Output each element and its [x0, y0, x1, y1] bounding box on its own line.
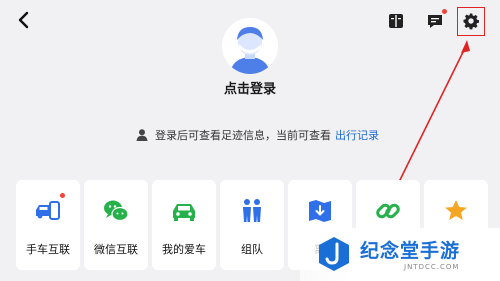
- message-button[interactable]: [422, 8, 448, 34]
- user-avatar-icon: [222, 18, 278, 74]
- feature-tile-wechat[interactable]: 微信互联: [84, 180, 148, 270]
- site-logo-icon: [319, 237, 349, 271]
- star-icon: [441, 196, 471, 226]
- message-badge-dot: [442, 9, 447, 14]
- feature-label: 我的爱车: [162, 243, 206, 256]
- hint-text: 登录后可查看足迹信息，当前可查看: [155, 129, 331, 142]
- chevron-left-icon: [18, 11, 29, 29]
- watermark-url: JNTDCC.COM: [404, 263, 460, 271]
- footprint-hint: 登录后可查看足迹信息，当前可查看 出行记录: [135, 126, 379, 144]
- book-icon: [389, 14, 403, 28]
- link-icon: [373, 196, 403, 226]
- watermark: 纪念堂手游 JNTDCC.COM: [300, 228, 500, 281]
- team-icon: [237, 196, 267, 226]
- back-button[interactable]: [12, 8, 36, 32]
- car-phone-icon: [33, 196, 63, 226]
- feature-label: 微信互联: [94, 243, 138, 256]
- login-label[interactable]: 点击登录: [150, 78, 350, 97]
- feature-badge-dot: [60, 193, 65, 198]
- feature-label: 组队: [241, 243, 263, 256]
- wechat-icon: [101, 196, 131, 226]
- feature-label: 手车互联: [26, 243, 70, 256]
- avatar[interactable]: [222, 18, 278, 74]
- book-button[interactable]: [383, 8, 409, 34]
- car-icon: [169, 196, 199, 226]
- feature-tile-phone-car[interactable]: 手车互联: [16, 180, 80, 270]
- travel-records-link[interactable]: 出行记录: [335, 127, 379, 143]
- message-icon: [428, 15, 442, 28]
- watermark-title: 纪念堂手游: [360, 240, 461, 262]
- map-icon: [305, 196, 335, 226]
- settings-highlight-box: [457, 7, 485, 36]
- feature-tile-team[interactable]: 组队: [220, 180, 284, 270]
- user-icon: [136, 129, 148, 141]
- feature-tile-my-car[interactable]: 我的爱车: [152, 180, 216, 270]
